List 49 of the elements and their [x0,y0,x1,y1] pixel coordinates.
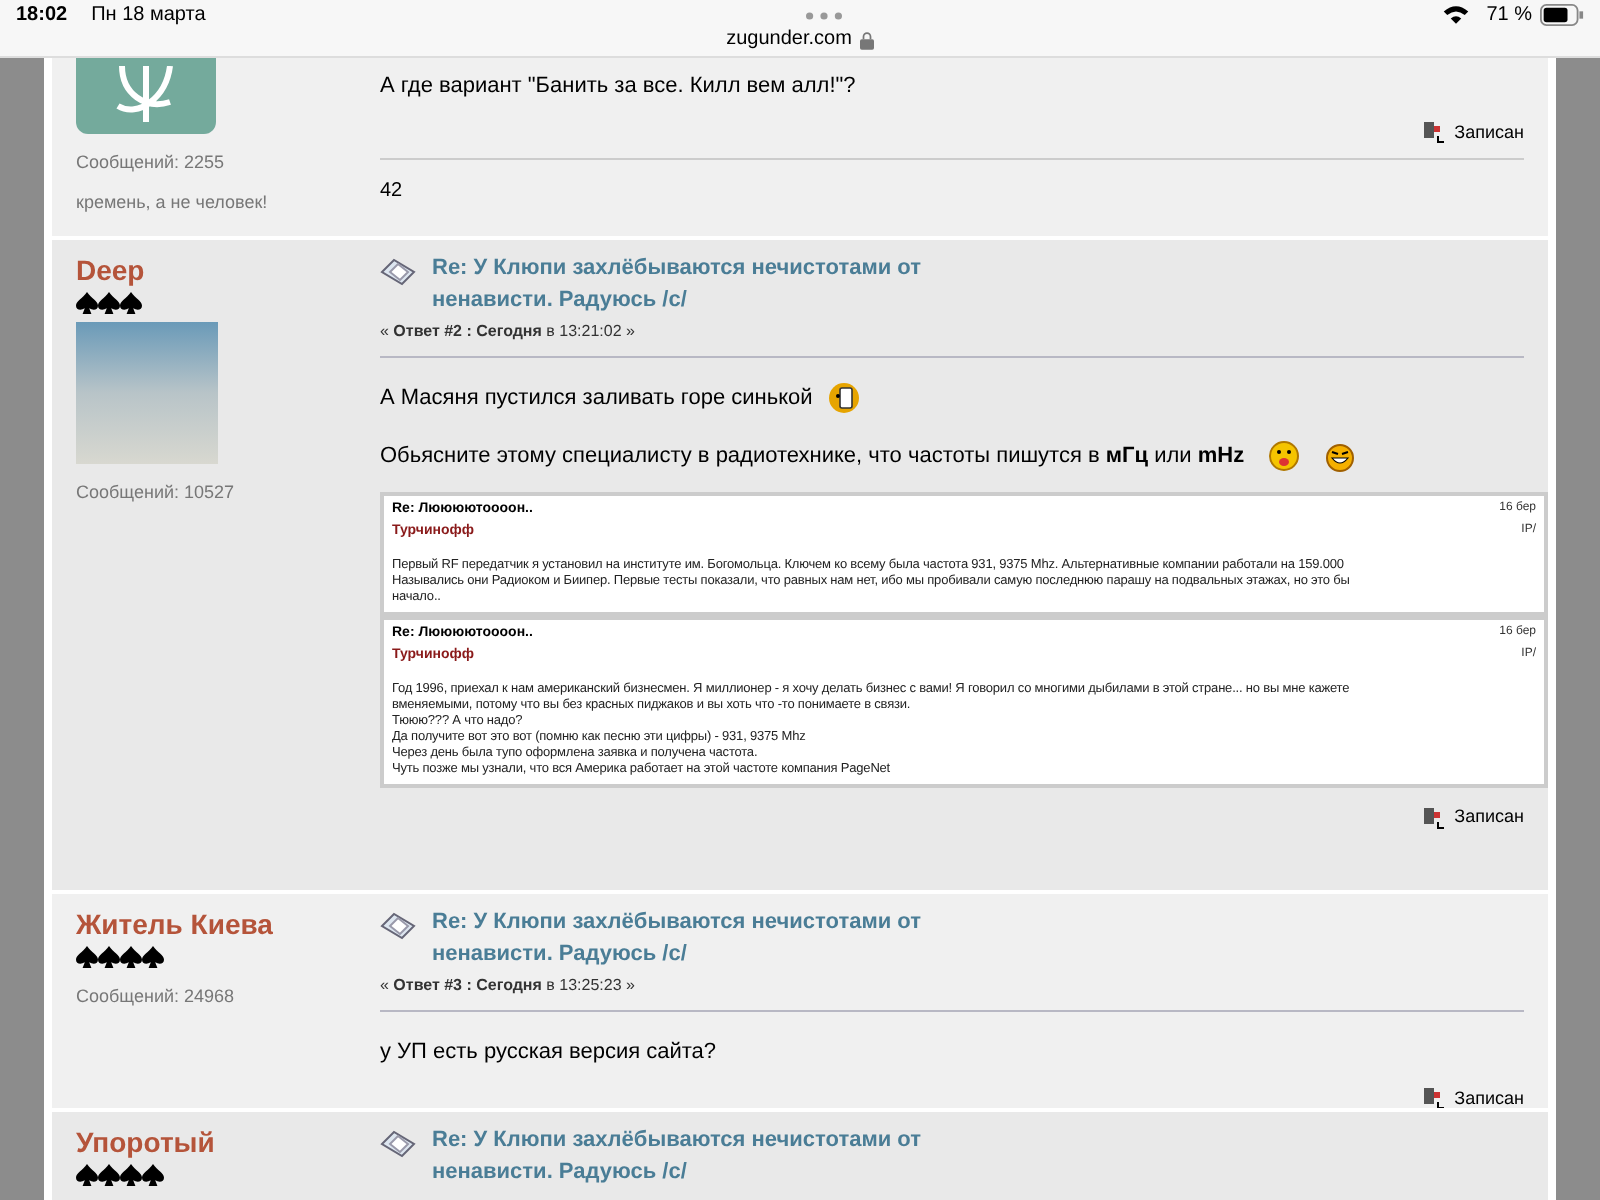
post-icon [380,258,416,286]
spade-icon [76,1164,98,1186]
author-name[interactable]: Житель Киева [76,906,380,942]
post-count: Сообщений: 2255 [76,150,227,176]
post-title-link[interactable]: Re: У Клюпи захлёбываются нечистотами от ненависти. Радуюсь /с/ [432,252,940,316]
post-text: А Масяня пустился заливать горе синькой [380,384,813,414]
saved-label: Записан [1454,804,1524,830]
saved-label: Записан [1454,1085,1524,1108]
address-url[interactable]: zugunder.com [726,28,852,52]
post-title-link[interactable]: Re: У Клюпи захлёбываются нечистотами от ненависти. Радуюсь /с/ [432,906,940,970]
spade-icon [76,946,98,968]
saved-icon [1422,1086,1447,1108]
more-dots-icon[interactable] [805,11,842,19]
reply-info: « Ответ #2 : Сегодня в 13:21:02 » [380,320,637,344]
reply-info: « Ответ #3 : Сегодня в 13:25:23 » [380,974,637,998]
lock-icon [859,31,874,49]
saved-label: Записан [1454,119,1524,145]
spade-icon [98,946,120,968]
saved-icon [1422,120,1447,145]
spade-icon [98,292,120,314]
post-text: Обьясните этому специалисту в радиотехнике, что частоты пишутся в мГц или mHz [380,441,1245,471]
post-icon [380,912,416,940]
post-text: у УП есть русская версия сайта? [380,1038,717,1068]
post-icon [380,1130,416,1158]
status-time: 18:02 [16,2,68,30]
spade-icon [120,946,142,968]
emoticon-icon [1324,439,1357,472]
emoticon-icon [828,382,861,415]
spade-icon [98,1164,120,1186]
status-date: Пн 18 марта [91,2,206,30]
wifi-icon [1442,4,1471,26]
spade-icon [120,1164,142,1186]
spade-icon [142,946,164,968]
saved-icon [1422,805,1447,830]
post-text: А где вариант "Банить за все. Килл вем алл!"? [380,72,856,102]
emoticon-icon [1268,439,1301,472]
spade-icon [142,1164,164,1186]
author-name[interactable]: Deep [76,252,380,288]
spade-icon [120,292,142,314]
post-count: Сообщений: 10527 [76,480,237,506]
signature-text: 42 [380,178,405,206]
personal-text: кремень, а не человек! [76,189,270,216]
battery-icon [1540,4,1584,26]
album-cover-placeholder [76,322,218,464]
post-count: Сообщений: 24968 [76,984,237,1010]
author-name[interactable]: Упоротый [76,1124,380,1160]
battery-percent: 71 % [1486,2,1532,30]
post-title-link[interactable]: Re: У Клюпи захлёбываются нечистотами от ненависти. Радуюсь /с/ [432,1124,940,1188]
spade-icon [76,292,98,314]
